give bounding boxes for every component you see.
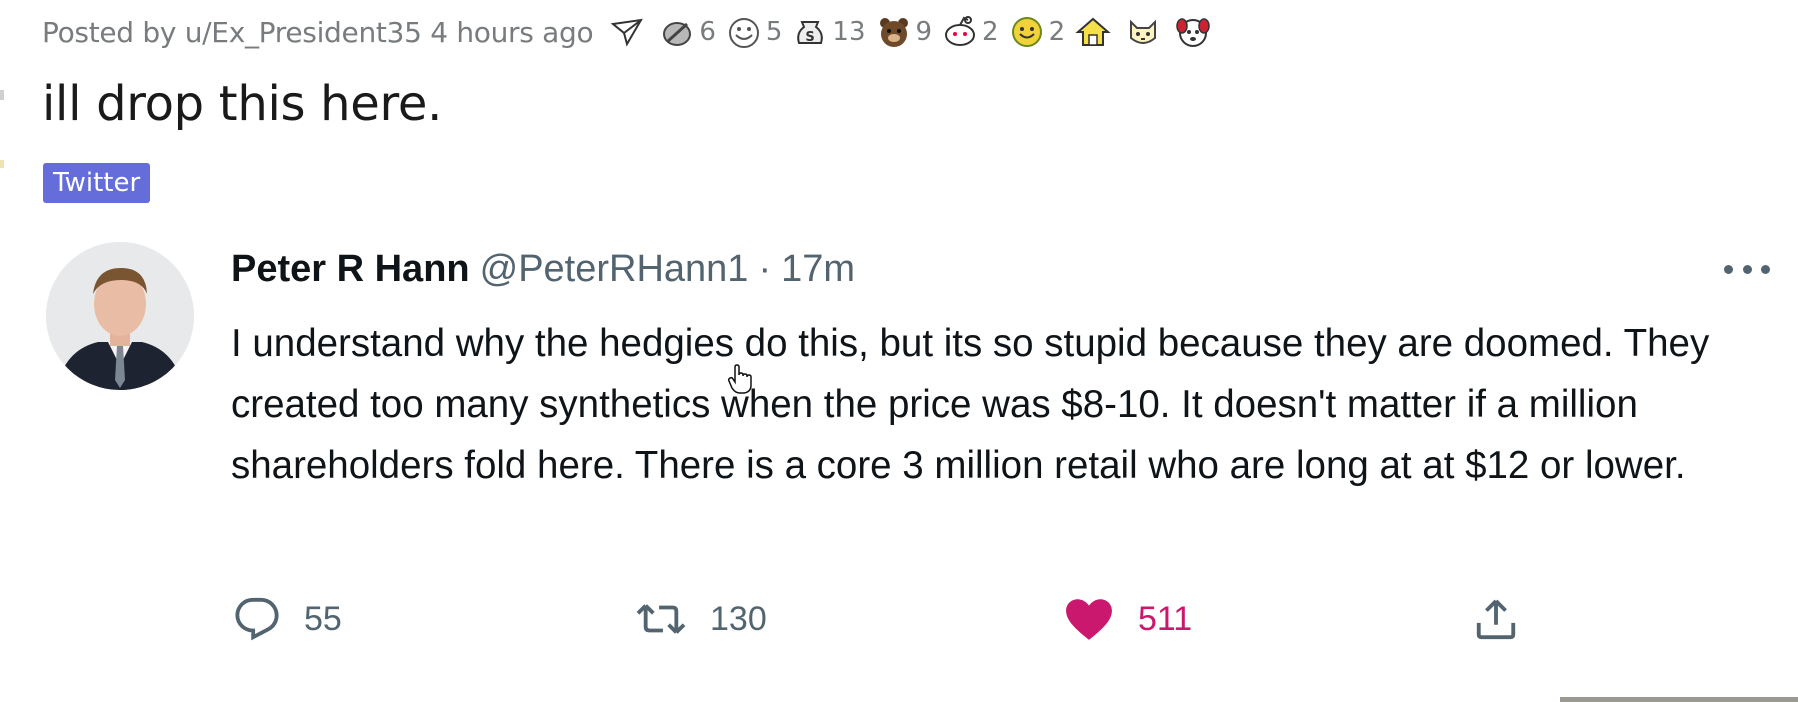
edge-mark xyxy=(0,90,4,100)
svg-text:S: S xyxy=(806,30,815,45)
tweet-author-name[interactable]: Peter R Hann xyxy=(231,248,470,291)
post-meta: Posted by u/Ex_President35 4 hours ago 6… xyxy=(42,8,1219,56)
share-icon xyxy=(1476,599,1516,640)
home-award-icon xyxy=(1075,17,1111,46)
award[interactable]: 9 xyxy=(876,14,937,50)
award[interactable] xyxy=(1125,14,1169,50)
more-options-button[interactable] xyxy=(1724,258,1770,280)
reply-button[interactable]: 55 xyxy=(234,596,342,642)
retweet-button[interactable]: 130 xyxy=(636,596,767,642)
award[interactable]: 2 xyxy=(1009,14,1070,50)
snoo-award-icon xyxy=(945,16,976,46)
reply-count: 55 xyxy=(304,599,342,638)
tweet-separator: · xyxy=(758,248,772,290)
award[interactable] xyxy=(609,14,653,50)
award[interactable]: 5 xyxy=(726,14,787,50)
tweet-timestamp[interactable]: 17m xyxy=(781,248,855,291)
post-flair[interactable]: Twitter xyxy=(43,163,151,203)
money-bag-award-icon: S xyxy=(797,21,824,45)
award[interactable]: 2 xyxy=(942,14,1003,50)
share-button[interactable] xyxy=(1473,596,1519,642)
retweet-count: 130 xyxy=(710,599,767,638)
award[interactable] xyxy=(1175,14,1219,50)
like-count: 511 xyxy=(1138,599,1193,638)
bear-award-icon xyxy=(879,18,908,47)
award[interactable]: 6 xyxy=(659,14,720,50)
avatar[interactable] xyxy=(46,242,194,390)
post-title[interactable]: ill drop this here. xyxy=(42,76,442,132)
heart-icon xyxy=(1066,599,1112,640)
paper-plane-award-icon xyxy=(610,18,644,47)
profile-photo-icon xyxy=(46,242,194,390)
retweet-icon xyxy=(636,604,686,634)
edge-mark xyxy=(0,160,4,168)
take-my-energy-award-icon xyxy=(1011,17,1042,47)
wholesome-award-icon xyxy=(728,18,759,48)
tweet-header: Peter R Hann @PeterRHann1 · 17m xyxy=(231,248,855,291)
dog-award-icon xyxy=(1176,18,1210,47)
cat-award-icon xyxy=(1130,19,1157,44)
tweet-text: I understand why the hedgies do this, bu… xyxy=(231,322,1710,487)
reply-icon xyxy=(235,597,279,641)
video-progress-bar xyxy=(1560,697,1798,702)
like-button[interactable]: 511 xyxy=(1064,596,1192,642)
more-dots-icon xyxy=(1724,264,1733,274)
tweet-author-handle[interactable]: @PeterRHann1 xyxy=(480,248,749,291)
silver-award-icon xyxy=(663,22,692,46)
award[interactable]: S 13 xyxy=(792,14,869,50)
hand-cursor-icon xyxy=(727,364,752,394)
posted-by-text[interactable]: Posted by u/Ex_President35 4 hours ago xyxy=(42,16,594,49)
award[interactable] xyxy=(1075,14,1119,50)
